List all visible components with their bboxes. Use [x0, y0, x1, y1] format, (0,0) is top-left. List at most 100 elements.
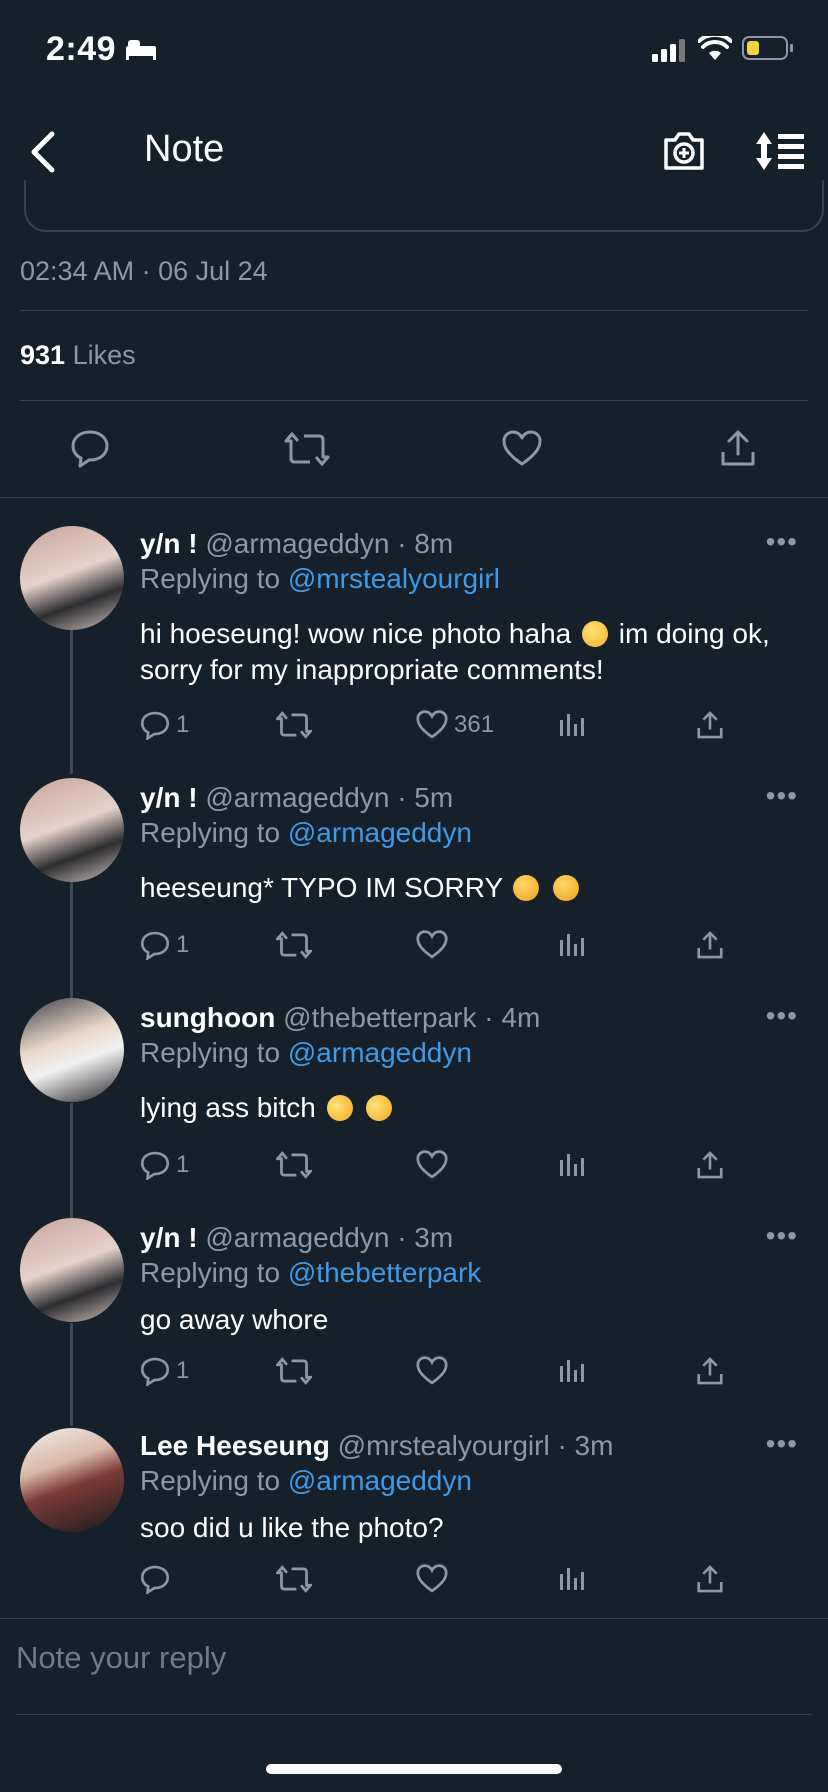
divider	[20, 310, 808, 311]
page-title: Note	[144, 128, 225, 170]
avatar[interactable]	[20, 1428, 124, 1532]
replying-to-label: Replying to	[140, 563, 281, 594]
avatar[interactable]	[20, 998, 124, 1102]
share-icon	[697, 931, 723, 959]
retweet-action[interactable]	[276, 930, 312, 960]
reply-count: 1	[176, 711, 190, 738]
reply-handle-time[interactable]: @armageddyn · 3m	[205, 1222, 453, 1253]
more-options-icon[interactable]: •••	[766, 1428, 798, 1460]
analytics-bars-icon	[560, 1360, 584, 1382]
reply-icon	[140, 1565, 170, 1594]
home-indicator[interactable]	[266, 1764, 562, 1774]
analytics-bars-icon	[560, 1568, 584, 1590]
analytics-action[interactable]	[558, 930, 586, 958]
likes-stat[interactable]: 931 Likes	[20, 340, 136, 371]
like-action[interactable]	[416, 1356, 448, 1386]
embedded-media-card[interactable]	[24, 180, 824, 232]
reply-icon	[140, 711, 170, 740]
reply-author-name[interactable]: y/n !	[140, 528, 198, 559]
replying-to-link[interactable]: @mrstealyourgirl	[288, 563, 500, 594]
back-chevron-icon[interactable]	[28, 130, 60, 174]
retweet-action[interactable]	[276, 710, 312, 740]
likes-count: 931	[20, 340, 66, 370]
share-icon	[697, 1357, 723, 1385]
analytics-action[interactable]	[558, 1564, 586, 1592]
reply-count: 1	[176, 931, 190, 958]
like-action[interactable]	[416, 1564, 448, 1594]
reply-handle-time[interactable]: @armageddyn · 8m	[205, 528, 453, 559]
reply-action[interactable]: 1	[140, 1356, 189, 1386]
reply-handle-time[interactable]: @armageddyn · 5m	[205, 782, 453, 813]
reply-author-name[interactable]: y/n !	[140, 782, 198, 813]
retweet-icon[interactable]	[284, 430, 330, 468]
tired-face-emoji-icon	[553, 875, 580, 901]
analytics-action[interactable]	[558, 1150, 586, 1178]
retweet-action[interactable]	[276, 1150, 312, 1180]
wifi-icon	[698, 36, 732, 60]
reply-handle-time[interactable]: @thebetterpark · 4m	[283, 1002, 540, 1033]
replying-to-label: Replying to	[140, 1037, 281, 1068]
grinning-squinting-emoji-icon	[582, 621, 608, 647]
analytics-action[interactable]	[558, 1356, 586, 1384]
share-action[interactable]	[696, 930, 724, 960]
reply-author-name[interactable]: y/n !	[140, 1222, 198, 1253]
share-icon	[697, 711, 723, 739]
retweet-action[interactable]	[276, 1564, 312, 1594]
share-icon[interactable]	[720, 428, 756, 468]
retweet-icon	[276, 1357, 312, 1385]
sleep-bed-icon	[126, 40, 156, 60]
divider	[20, 400, 808, 401]
like-heart-icon[interactable]	[502, 430, 542, 468]
share-action[interactable]	[696, 1356, 724, 1386]
tweet-timestamp: 02:34 AM · 06 Jul 24	[20, 256, 268, 286]
reply-author-name[interactable]: Lee Heeseung	[140, 1430, 330, 1461]
replying-to-link[interactable]: @thebetterpark	[288, 1257, 481, 1288]
reply-icon[interactable]	[70, 428, 110, 468]
like-heart-icon	[416, 930, 448, 959]
share-icon	[697, 1151, 723, 1179]
replying-to-label: Replying to	[140, 1257, 281, 1288]
replying-to-link[interactable]: @armageddyn	[288, 817, 472, 848]
analytics-bars-icon	[560, 1154, 584, 1176]
like-action[interactable]	[416, 930, 448, 960]
thread-connector	[70, 628, 73, 774]
like-heart-icon	[416, 710, 448, 739]
reply-input[interactable]: Note your reply	[16, 1640, 226, 1676]
share-action[interactable]	[696, 1150, 724, 1180]
like-action[interactable]	[416, 1150, 448, 1180]
sort-order-icon[interactable]	[754, 130, 806, 172]
divider	[0, 497, 828, 498]
reply-text: hi hoeseung! wow nice photo haha im doin…	[140, 618, 770, 685]
like-action[interactable]: 361	[416, 710, 494, 740]
analytics-bars-icon	[560, 934, 584, 956]
reply-author-name[interactable]: sunghoon	[140, 1002, 275, 1033]
avatar[interactable]	[20, 778, 124, 882]
avatar[interactable]	[20, 1218, 124, 1322]
more-options-icon[interactable]: •••	[766, 1000, 798, 1032]
replying-to-link[interactable]: @armageddyn	[288, 1037, 472, 1068]
analytics-bars-icon	[560, 714, 584, 736]
thread-connector	[70, 1103, 73, 1219]
analytics-action[interactable]	[558, 710, 586, 738]
avatar[interactable]	[20, 526, 124, 630]
more-options-icon[interactable]: •••	[766, 780, 798, 812]
like-heart-icon	[416, 1356, 448, 1385]
replying-to-link[interactable]: @armageddyn	[288, 1465, 472, 1496]
reply-action[interactable]: 1	[140, 1150, 189, 1180]
more-options-icon[interactable]: •••	[766, 526, 798, 558]
retweet-action[interactable]	[276, 1356, 312, 1386]
reply-action[interactable]: 1	[140, 710, 189, 740]
rolling-on-floor-laughing-emoji-icon	[322, 1090, 357, 1126]
more-options-icon[interactable]: •••	[766, 1220, 798, 1252]
share-action[interactable]	[696, 1564, 724, 1594]
reply-action[interactable]: 1	[140, 930, 189, 960]
reply-action[interactable]	[140, 1564, 170, 1594]
retweet-icon	[276, 931, 312, 959]
reply-icon	[140, 931, 170, 960]
reply-handle-time[interactable]: @mrstealyourgirl · 3m	[338, 1430, 614, 1461]
share-action[interactable]	[696, 710, 724, 740]
add-photo-camera-icon[interactable]	[662, 130, 706, 172]
share-icon	[697, 1565, 723, 1593]
rolling-on-floor-laughing-emoji-icon	[362, 1090, 397, 1126]
thread-connector	[70, 1323, 73, 1426]
